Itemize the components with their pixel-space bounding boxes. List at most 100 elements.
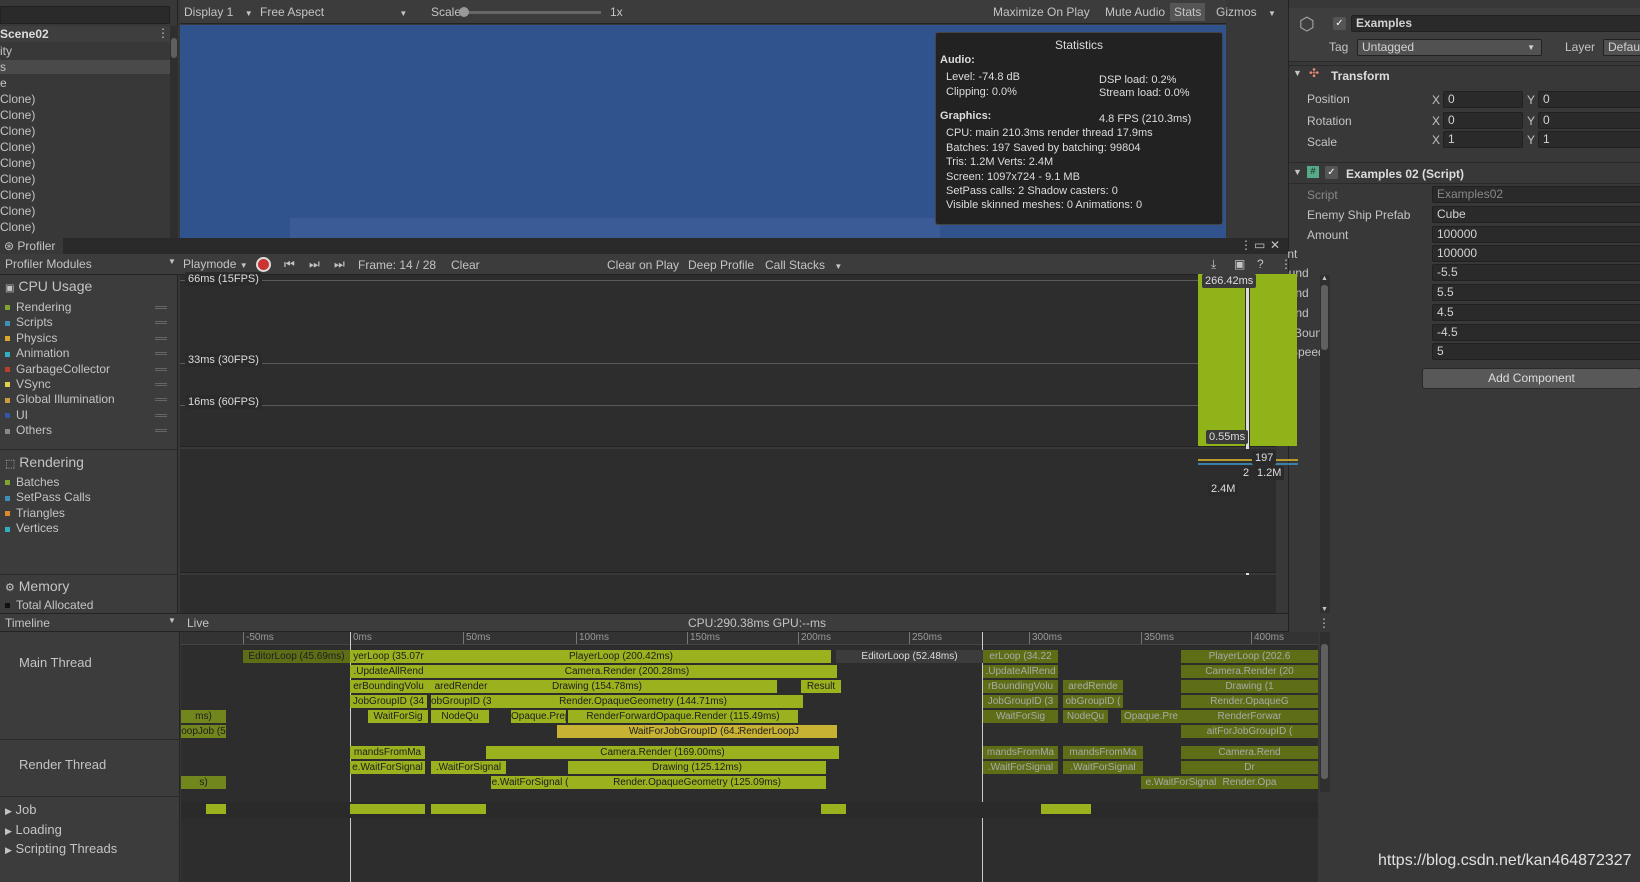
component-checkbox[interactable]: ✓	[1325, 166, 1338, 179]
ghost-frame-sample[interactable]: NodeQu	[1063, 710, 1108, 723]
ghost-frame-sample[interactable]: mandsFromMa	[1063, 746, 1143, 759]
object-name-field[interactable]: Examples	[1351, 15, 1640, 32]
ghost-frame-sample[interactable]: aitForJobGroupID (	[1181, 725, 1318, 738]
job-sample[interactable]	[350, 804, 425, 814]
cpu-legend-item[interactable]: GarbageCollector	[5, 362, 175, 376]
ghost-frame-sample[interactable]: Dr	[1181, 761, 1318, 774]
scale-slider-handle[interactable]	[459, 7, 469, 17]
cpu-legend-item[interactable]: UI	[5, 408, 175, 422]
mute-audio-button[interactable]: Mute Audio	[1105, 5, 1165, 19]
hierarchy-item[interactable]: Clone)	[0, 220, 170, 234]
close-window-icon[interactable]: ✕	[1270, 238, 1280, 252]
help-icon[interactable]: ?	[1257, 257, 1264, 271]
f3-field[interactable]: -5.5	[1432, 264, 1640, 281]
hierarchy-item[interactable]: Clone)	[0, 204, 170, 218]
main-thread-sample[interactable]: WaitForSig	[368, 710, 428, 723]
more-icon[interactable]: ⋮	[1280, 257, 1292, 271]
cpu-legend-item[interactable]: Others	[5, 423, 175, 437]
main-thread-sample[interactable]: RenderForwardOpaque.Render (115.49ms)	[568, 710, 798, 723]
y-field[interactable]: 0	[1538, 112, 1640, 129]
cpu-module-title[interactable]: ▣ CPU Usage	[5, 278, 92, 294]
ghost-frame-sample[interactable]: aredRende	[1063, 680, 1123, 693]
charts-scrollbar[interactable]: ▲ ▼	[1320, 275, 1330, 613]
memory-legend-item[interactable]: Total Allocated	[5, 598, 93, 612]
render-thread-sample[interactable]: mandsFromMa	[350, 746, 425, 759]
last-frame-icon[interactable]: ⏭	[334, 257, 345, 272]
f6-field[interactable]: -4.5	[1432, 324, 1640, 341]
rendering-legend-item[interactable]: Batches	[5, 475, 59, 489]
render-thread-label[interactable]: Render Thread	[19, 757, 106, 772]
main-thread-sample[interactable]: RenderLoopJob	[739, 725, 799, 738]
timeline-scrollbar[interactable]	[1320, 632, 1330, 792]
main-thread-sample[interactable]: NodeQu	[431, 710, 489, 723]
y-field[interactable]: 1	[1538, 131, 1640, 148]
amount-field[interactable]: 100000	[1432, 226, 1640, 243]
loading-group[interactable]: ▶ Loading	[5, 822, 62, 837]
ghost-frame-sample[interactable]: .WaitForSignal	[1063, 761, 1143, 774]
ghost-frame-sample[interactable]: Render.OpaqueG	[1181, 695, 1318, 708]
main-thread-sample[interactable]: EditorLoop (45.69ms)	[243, 650, 350, 663]
display-dropdown[interactable]: Display 1 ▼	[184, 5, 253, 19]
job-sample[interactable]	[431, 804, 486, 814]
window-menu-icon[interactable]: ⋮	[1240, 238, 1252, 252]
x-field[interactable]: 0	[1443, 112, 1523, 129]
job-sample[interactable]	[206, 804, 226, 814]
drag-handle-icon[interactable]	[155, 352, 167, 356]
f7-field[interactable]: 5	[1432, 343, 1640, 360]
render-thread-sample[interactable]: .WaitForSignal	[431, 761, 506, 774]
hierarchy-search[interactable]	[0, 6, 170, 24]
deep-profile-button[interactable]: Deep Profile	[688, 258, 754, 272]
profiler-modules-dropdown[interactable]: Profiler Modules ▼	[5, 257, 176, 271]
f2-field[interactable]: 100000	[1432, 245, 1640, 262]
hierarchy-item[interactable]: Clone)	[0, 156, 170, 170]
main-thread-sample[interactable]: ms)	[181, 710, 226, 723]
hierarchy-item[interactable]: Clone)	[0, 124, 170, 138]
rendering-legend-item[interactable]: Vertices	[5, 521, 59, 535]
main-thread-label[interactable]: Main Thread	[19, 655, 92, 670]
render-thread-sample[interactable]: Camera.Render (169.00ms)	[486, 746, 839, 759]
transform-header[interactable]: ▼ ✣ Transform	[1289, 65, 1640, 85]
cpu-legend-item[interactable]: Rendering	[5, 300, 175, 314]
stats-button[interactable]: Stats	[1170, 3, 1206, 21]
x-field[interactable]: 1	[1443, 131, 1523, 148]
rendering-legend-item[interactable]: SetPass Calls	[5, 490, 91, 504]
job-group[interactable]: ▶ Job	[5, 802, 37, 817]
drag-handle-icon[interactable]	[155, 429, 167, 433]
ghost-frame-sample[interactable]: e.WaitForSignal	[1141, 776, 1221, 789]
tag-dropdown[interactable]: Untagged ▼	[1357, 39, 1542, 56]
drag-handle-icon[interactable]	[155, 321, 167, 325]
hierarchy-item[interactable]: s	[0, 60, 170, 74]
load-icon[interactable]: ⤓	[1211, 257, 1216, 272]
rendering-chart[interactable]: 197 2 1.2M 2.4M	[180, 449, 1298, 573]
main-thread-sample[interactable]: PlayerLoop (200.42ms)	[411, 650, 831, 663]
foldout-arrow-icon[interactable]: ▼	[1293, 167, 1302, 177]
timeline-area[interactable]: -50ms 0ms 50ms 100ms 150ms 200ms 250ms 300ms 350…	[181, 632, 1318, 882]
ghost-frame-sample[interactable]: rBoundingVolu	[983, 680, 1058, 693]
job-sample[interactable]	[821, 804, 846, 814]
maximize-window-icon[interactable]: ▭	[1254, 238, 1265, 252]
hierarchy-item[interactable]: Clone)	[0, 188, 170, 202]
rendering-module-title[interactable]: ⬚ Rendering	[5, 454, 84, 470]
main-thread-sample[interactable]: EditorLoop (52.48ms)	[836, 650, 983, 663]
memory-chart[interactable]	[180, 575, 1276, 613]
ghost-frame-sample[interactable]: WaitForSig	[983, 710, 1058, 723]
cpu-legend-item[interactable]: Animation	[5, 346, 175, 360]
aspect-dropdown[interactable]: Free Aspect ▼	[260, 5, 407, 19]
profiler-tab[interactable]: ⊛ Profiler	[0, 238, 64, 254]
main-thread-sample[interactable]: obGroupID (3	[431, 695, 491, 708]
main-thread-sample[interactable]: JobGroupID (34	[350, 695, 427, 708]
layer-dropdown[interactable]: Defau	[1603, 39, 1640, 56]
cpu-legend-item[interactable]: Scripts	[5, 315, 175, 329]
ghost-frame-sample[interactable]: erLoop (34.22	[983, 650, 1058, 663]
render-thread-sample[interactable]: Render.OpaqueGeometry (125.09ms)	[568, 776, 826, 789]
main-thread-sample[interactable]: aredRender	[431, 680, 491, 693]
ghost-frame-sample[interactable]: Camera.Render (20	[1181, 665, 1318, 678]
ghost-frame-sample[interactable]: PlayerLoop (202.6	[1181, 650, 1318, 663]
ghost-frame-sample[interactable]: RenderForwar	[1181, 710, 1318, 723]
main-thread-sample[interactable]: yerLoop (35.07r	[350, 650, 427, 663]
hierarchy-item[interactable]: Clone)	[0, 92, 170, 106]
f4-field[interactable]: 5.5	[1432, 284, 1640, 301]
main-thread-sample[interactable]: Opaque.Prep	[511, 710, 566, 723]
cpu-chart[interactable]: 66ms (15FPS) 33ms (30FPS) 16ms (60FPS) 2…	[180, 272, 1297, 614]
save-icon[interactable]: ▣	[1234, 257, 1245, 271]
